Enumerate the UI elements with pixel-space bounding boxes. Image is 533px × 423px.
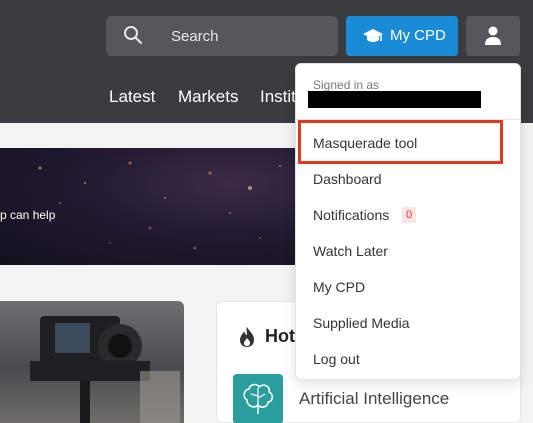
nav-institutional[interactable]: Instit xyxy=(260,87,296,107)
search-input[interactable]: Search xyxy=(106,16,338,56)
menu-divider xyxy=(296,119,520,120)
banner-text: p can help xyxy=(0,208,56,222)
hot-title: Hot xyxy=(265,326,295,346)
brain-icon xyxy=(243,383,274,414)
camera-illustration xyxy=(30,316,180,423)
graduation-cap-icon xyxy=(363,29,383,42)
user-dropdown-menu: Signed in as Masquerade tool Dashboard N… xyxy=(295,63,521,380)
menu-item-my-cpd[interactable]: My CPD xyxy=(313,279,365,295)
user-icon xyxy=(485,26,501,45)
topic-thumbnail[interactable] xyxy=(233,374,283,423)
banner-particles xyxy=(38,161,302,250)
menu-item-dashboard[interactable]: Dashboard xyxy=(313,171,382,187)
menu-item-masquerade-tool[interactable]: Masquerade tool xyxy=(313,135,417,151)
user-menu-button[interactable] xyxy=(466,16,520,56)
my-cpd-label: My CPD xyxy=(390,27,446,44)
my-cpd-button[interactable]: My CPD xyxy=(346,16,458,56)
article-image-camera[interactable] xyxy=(0,301,184,423)
menu-item-watch-later[interactable]: Watch Later xyxy=(313,243,388,259)
search-icon xyxy=(124,26,142,44)
menu-item-log-out[interactable]: Log out xyxy=(313,351,360,367)
nav-latest[interactable]: Latest xyxy=(109,87,155,107)
promo-banner[interactable]: p can help xyxy=(0,148,330,265)
topic-label[interactable]: Artificial Intelligence xyxy=(299,389,449,409)
nav-markets[interactable]: Markets xyxy=(178,87,238,107)
redacted-username xyxy=(308,91,481,108)
fire-icon xyxy=(240,327,254,347)
signed-in-label: Signed in as xyxy=(313,78,380,92)
menu-item-supplied-media[interactable]: Supplied Media xyxy=(313,315,410,331)
search-placeholder: Search xyxy=(171,28,219,45)
menu-item-notifications[interactable]: Notifications xyxy=(313,207,389,223)
notification-count-badge: 0 xyxy=(402,207,416,223)
